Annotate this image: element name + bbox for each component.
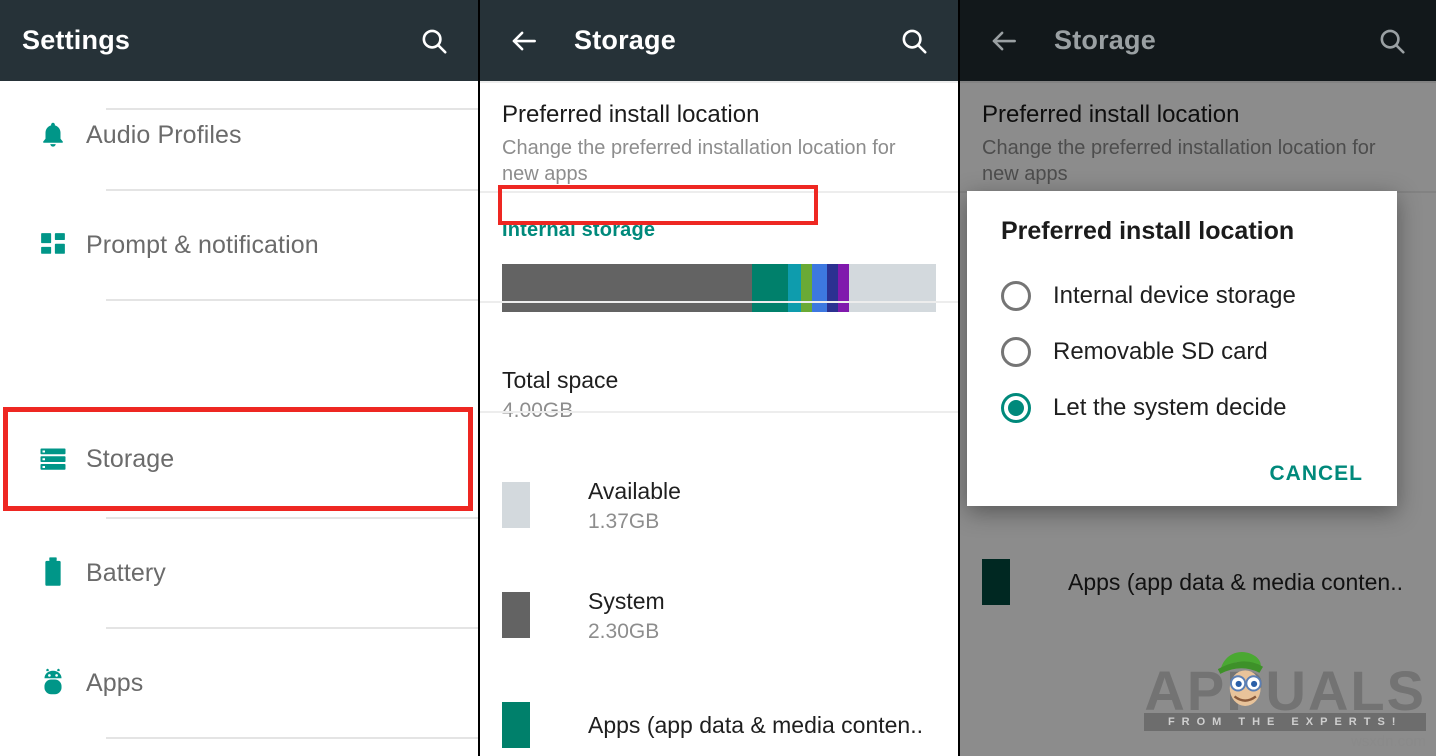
color-swatch	[502, 592, 530, 638]
settings-appbar: Settings	[0, 0, 478, 81]
storage-rows: Total space 4.00GB Available 1.37GB Syst…	[480, 340, 958, 756]
radio-label: Removable SD card	[1053, 338, 1268, 366]
usage-segment-audio	[801, 264, 812, 312]
sidebar-item-apps[interactable]: Apps	[0, 629, 143, 737]
row-label: Apps (app data & media conten..	[588, 711, 923, 739]
page-title: Storage	[574, 25, 676, 56]
divider	[480, 191, 958, 193]
divider	[480, 411, 958, 413]
usage-segment-system	[502, 264, 752, 312]
color-swatch	[502, 702, 530, 748]
preferred-install-title: Preferred install location	[982, 101, 1414, 129]
bell-icon	[20, 119, 86, 151]
screenshot-root: Settings Audio Profiles	[0, 0, 1436, 756]
preferred-install-dialog: Preferred install location Internal devi…	[967, 191, 1397, 506]
cancel-button[interactable]: CANCEL	[1270, 462, 1364, 486]
settings-panel: Settings Audio Profiles	[0, 0, 478, 756]
dialog-title: Preferred install location	[967, 217, 1397, 246]
page-title: Settings	[22, 25, 130, 56]
usage-segment-cached	[827, 264, 838, 312]
internal-storage-label: Internal storage	[502, 219, 958, 242]
sidebar-item-storage[interactable]: Storage	[0, 407, 174, 511]
usage-segment-apps	[752, 264, 789, 312]
search-icon[interactable]	[1370, 19, 1414, 63]
preferred-install-subtitle: Change the preferred installation locati…	[982, 135, 1412, 187]
search-icon[interactable]	[892, 19, 936, 63]
preferred-install-block: Preferred install location Change the pr…	[960, 81, 1436, 187]
color-swatch	[982, 559, 1010, 605]
sidebar-item-battery[interactable]: Battery	[0, 519, 166, 627]
divider	[106, 627, 478, 629]
storage-appbar: Storage	[480, 0, 958, 81]
arrow-back-icon[interactable]	[502, 19, 546, 63]
radio-icon	[1001, 337, 1031, 367]
dialog-actions: CANCEL	[967, 436, 1397, 492]
sidebar-item-label: Apps	[86, 669, 143, 698]
row-value: 2.30GB	[588, 620, 665, 644]
divider	[480, 301, 958, 303]
usage-segment-misc	[838, 264, 849, 312]
sidebar-item-prompt-notification[interactable]: Prompt & notification	[0, 191, 319, 299]
storage-row-apps: Apps (app data & media conten..	[960, 527, 1436, 637]
radio-option-let-the-system-decide[interactable]: Let the system decide	[967, 380, 1397, 436]
radio-icon-selected	[1001, 393, 1031, 423]
preferred-install-title: Preferred install location	[502, 101, 936, 129]
usage-segment-available	[849, 264, 936, 312]
sidebar-item-audio-profiles[interactable]: Audio Profiles	[0, 81, 478, 189]
android-robot-icon	[20, 667, 86, 699]
dimmed-appbar: Storage	[960, 0, 1436, 81]
grid-squares-icon	[20, 230, 86, 260]
usage-segment-video	[812, 264, 827, 312]
storage-server-icon	[20, 444, 86, 474]
radio-label: Let the system decide	[1053, 394, 1286, 422]
sidebar-item-label: Prompt & notification	[86, 231, 319, 260]
dialog-panel: Storage Preferred install location Chang…	[960, 0, 1436, 756]
radio-option-removable-sd-card[interactable]: Removable SD card	[967, 324, 1397, 380]
storage-row-system[interactable]: System 2.30GB	[480, 560, 958, 670]
storage-content: Preferred install location Change the pr…	[480, 81, 958, 756]
radio-label: Internal device storage	[1053, 282, 1296, 310]
battery-icon	[20, 556, 86, 590]
storage-row-total-space[interactable]: Total space 4.00GB	[480, 340, 958, 450]
sidebar-item-label: Battery	[86, 559, 166, 588]
row-label: System	[588, 587, 665, 615]
usage-segment-images	[788, 264, 800, 312]
search-icon[interactable]	[412, 19, 456, 63]
row-value: 1.37GB	[588, 510, 681, 534]
storage-row-apps[interactable]: Apps (app data & media conten..	[480, 670, 958, 756]
sidebar-item-delete-applications[interactable]: Delete applications	[0, 739, 299, 756]
storage-panel: Storage Preferred install location Chang…	[480, 0, 958, 756]
settings-list: Audio Profiles Prompt & notification	[0, 81, 478, 756]
storage-usage-bar	[502, 264, 936, 312]
sidebar-item-label: Storage	[86, 445, 174, 474]
row-label: Apps (app data & media conten..	[1068, 568, 1403, 596]
arrow-back-icon[interactable]	[982, 19, 1026, 63]
divider	[106, 299, 478, 301]
divider	[960, 81, 1436, 83]
page-title: Storage	[1054, 25, 1156, 56]
preferred-install-block[interactable]: Preferred install location Change the pr…	[480, 81, 958, 187]
color-swatch	[502, 482, 530, 528]
row-label: Total space	[502, 366, 958, 394]
radio-icon	[1001, 281, 1031, 311]
divider	[480, 81, 958, 83]
storage-row-available[interactable]: Available 1.37GB	[480, 450, 958, 560]
preferred-install-subtitle: Change the preferred installation locati…	[502, 135, 932, 187]
row-label: Available	[588, 477, 681, 505]
sidebar-item-label: Audio Profiles	[86, 121, 242, 150]
radio-option-internal-device-storage[interactable]: Internal device storage	[967, 268, 1397, 324]
